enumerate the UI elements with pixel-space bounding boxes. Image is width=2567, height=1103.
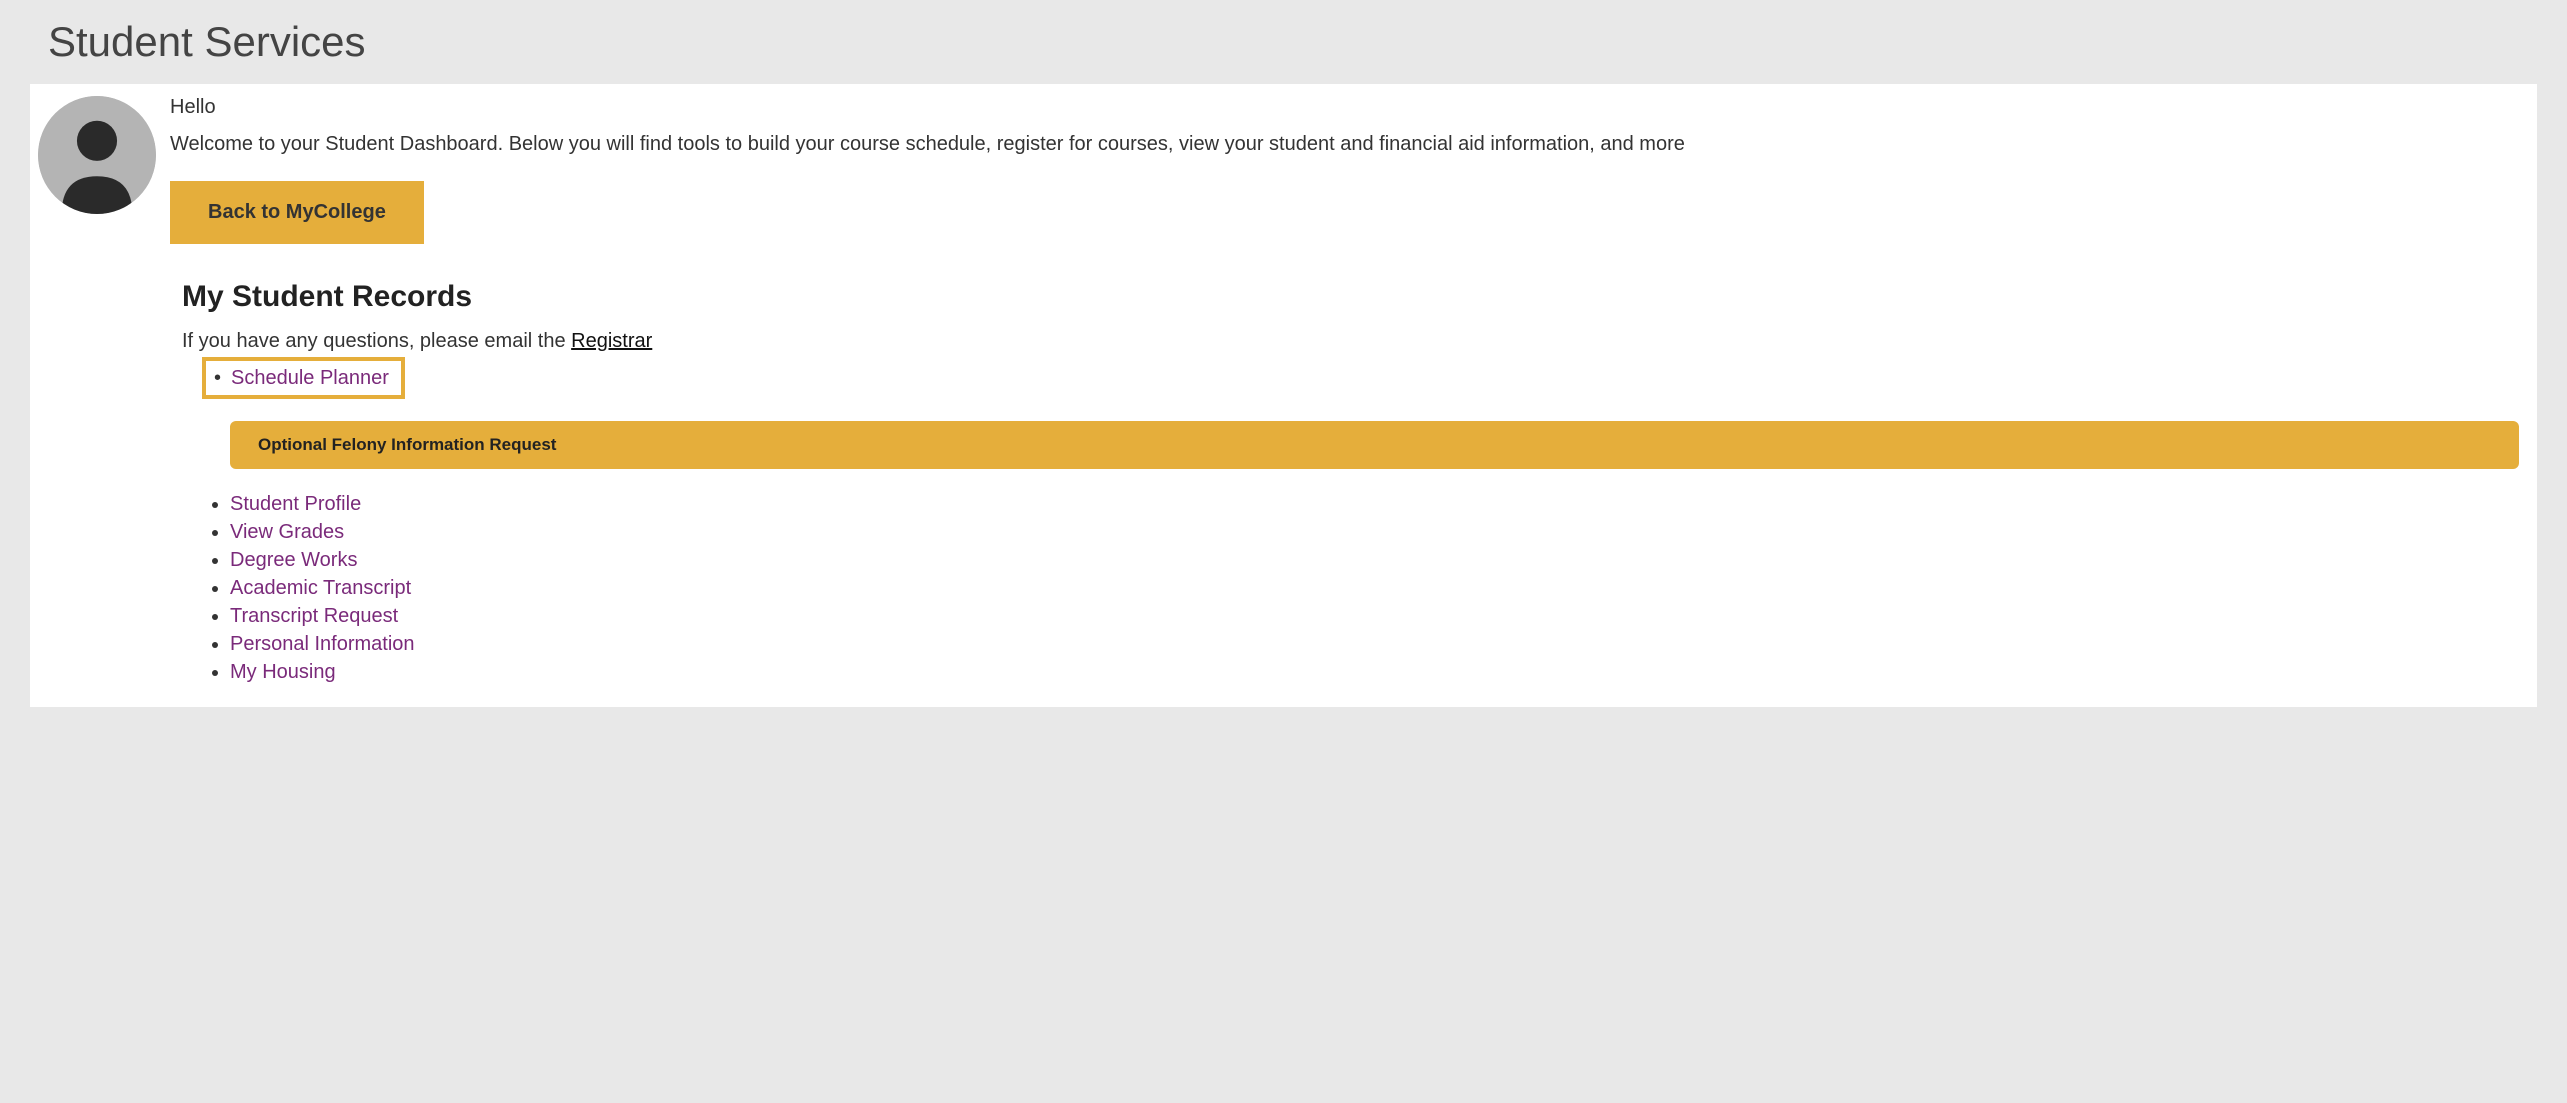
list-item: My Housing	[230, 659, 2519, 685]
records-heading: My Student Records	[182, 280, 2519, 314]
questions-prefix: If you have any questions, please email …	[182, 330, 571, 352]
avatar-placeholder-icon	[38, 96, 156, 214]
records-section: My Student Records If you have any quest…	[30, 280, 2537, 707]
academic-transcript-link[interactable]: Academic Transcript	[230, 577, 411, 599]
list-item: Student Profile	[230, 491, 2519, 517]
page-title: Student Services	[0, 0, 2567, 84]
records-link-list: Student Profile View Grades Degree Works…	[182, 491, 2519, 685]
list-item: Personal Information	[230, 631, 2519, 657]
list-item: Transcript Request	[230, 603, 2519, 629]
back-to-mycollege-button[interactable]: Back to MyCollege	[170, 181, 424, 244]
list-item: Schedule Planner	[214, 365, 389, 391]
transcript-request-link[interactable]: Transcript Request	[230, 605, 398, 627]
dashboard-card: Hello Welcome to your Student Dashboard.…	[30, 84, 2537, 707]
profile-section: Hello Welcome to your Student Dashboard.…	[30, 84, 2537, 244]
my-housing-link[interactable]: My Housing	[230, 661, 336, 683]
avatar	[38, 96, 156, 214]
registrar-link[interactable]: Registrar	[571, 330, 652, 352]
personal-information-link[interactable]: Personal Information	[230, 633, 415, 655]
view-grades-link[interactable]: View Grades	[230, 521, 344, 543]
felony-info-banner-button[interactable]: Optional Felony Information Request	[230, 421, 2519, 469]
greeting-area: Hello Welcome to your Student Dashboard.…	[170, 96, 2519, 244]
greeting-text: Hello	[170, 96, 2519, 119]
highlighted-link-box: Schedule Planner	[202, 357, 405, 399]
degree-works-link[interactable]: Degree Works	[230, 549, 357, 571]
student-profile-link[interactable]: Student Profile	[230, 493, 361, 515]
welcome-text: Welcome to your Student Dashboard. Below…	[170, 131, 2519, 157]
list-item: View Grades	[230, 519, 2519, 545]
list-item: Academic Transcript	[230, 575, 2519, 601]
list-item: Degree Works	[230, 547, 2519, 573]
schedule-planner-link[interactable]: Schedule Planner	[231, 367, 389, 389]
questions-text: If you have any questions, please email …	[182, 330, 2519, 353]
